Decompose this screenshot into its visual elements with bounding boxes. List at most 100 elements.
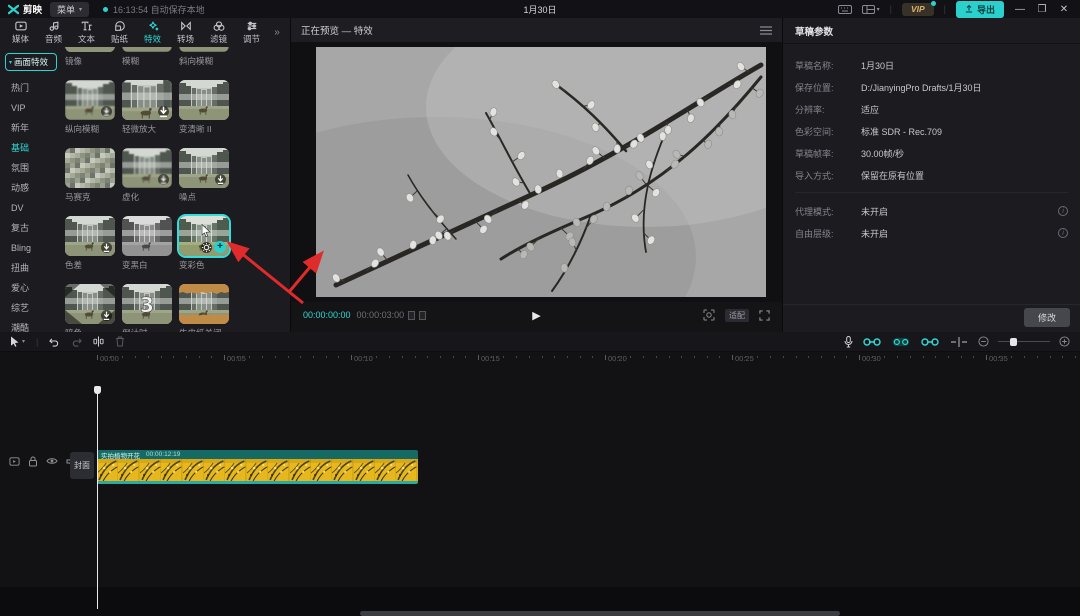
effect-group-selector[interactable]: ▾ 画面特效: [5, 53, 57, 71]
category-item[interactable]: Bling: [5, 238, 60, 258]
layout-switch-button[interactable]: ▾: [862, 5, 880, 14]
category-item[interactable]: 爱心: [5, 278, 60, 298]
export-button[interactable]: 导出: [956, 1, 1004, 18]
effect-thumbnail[interactable]: [65, 148, 115, 188]
draft-params-fields: 草稿名称:1月30日保存位置:D:/JianyingPro Drafts/1月3…: [783, 44, 1080, 244]
shortcut-keyboard-icon[interactable]: [838, 5, 852, 14]
category-item[interactable]: VIP: [5, 98, 60, 118]
effect-card[interactable]: 噪点: [179, 148, 229, 203]
effect-card[interactable]: 变清晰 II: [179, 80, 229, 135]
category-item[interactable]: 动感: [5, 178, 60, 198]
video-viewport[interactable]: [291, 42, 782, 302]
effect-thumbnail[interactable]: [65, 216, 115, 256]
main-track-magnet-toggle[interactable]: [862, 337, 882, 347]
preview-axis-toggle[interactable]: [949, 337, 969, 347]
effect-card[interactable]: 变黑白: [122, 216, 172, 271]
auto-snap-toggle[interactable]: [891, 337, 911, 347]
video-clip[interactable]: 实拍植物开花 00:00:12:19: [97, 450, 418, 484]
zoom-in-timeline-icon[interactable]: [1059, 336, 1070, 347]
split-clip-icon[interactable]: [93, 336, 104, 347]
select-tool-button[interactable]: ▾: [10, 336, 25, 347]
effect-card[interactable]: 斜向模糊: [179, 47, 229, 67]
minimize-button[interactable]: —: [1014, 4, 1026, 15]
fit-ratio-selector[interactable]: 适配: [725, 309, 749, 322]
effect-thumbnail[interactable]: [122, 80, 172, 120]
record-voiceover-icon[interactable]: [844, 336, 853, 348]
maximize-button[interactable]: ❒: [1036, 4, 1048, 15]
effect-card[interactable]: 镜像: [65, 47, 115, 67]
category-item[interactable]: 基础: [5, 138, 60, 158]
category-item[interactable]: DV: [5, 198, 60, 218]
info-icon[interactable]: i: [1058, 228, 1068, 238]
effects-grid-viewport[interactable]: 镜像模糊斜向模糊纵向模糊轻微放大变清晰 II 马赛克虚化噪点色差变黑白+变彩色暗角…: [60, 47, 290, 332]
effect-thumbnail[interactable]: +: [179, 216, 229, 256]
fullscreen-icon[interactable]: [759, 310, 770, 321]
effect-thumbnail[interactable]: [179, 47, 229, 52]
category-item[interactable]: 扭曲: [5, 258, 60, 278]
nav-tab-filter[interactable]: 滤镜: [202, 20, 235, 45]
linkage-toggle[interactable]: [920, 337, 940, 347]
timeline-scrollbar[interactable]: [360, 611, 840, 616]
effect-card[interactable]: 模糊: [122, 47, 172, 67]
close-button[interactable]: ✕: [1058, 4, 1070, 15]
nav-tab-adjust[interactable]: 调节: [235, 20, 268, 45]
menu-label: 菜单: [57, 3, 75, 16]
timeline-zoom-slider[interactable]: [998, 337, 1050, 347]
cover-button[interactable]: 封面: [70, 452, 94, 479]
effect-thumbnail[interactable]: [65, 284, 115, 324]
delete-icon[interactable]: [115, 336, 125, 347]
hide-track-icon[interactable]: [46, 456, 58, 466]
nav-tab-effects[interactable]: 特效: [136, 20, 169, 45]
redo-icon[interactable]: [71, 337, 82, 347]
zoom-out-timeline-icon[interactable]: [978, 336, 989, 347]
preview-menu-icon[interactable]: [760, 26, 772, 35]
add-effect-button[interactable]: +: [214, 241, 226, 253]
effect-thumbnail[interactable]: [179, 148, 229, 188]
effect-card[interactable]: 色差: [65, 216, 115, 271]
effect-settings-icon[interactable]: [201, 242, 212, 253]
slider-handle[interactable]: [1010, 338, 1017, 346]
undo-icon[interactable]: [49, 337, 60, 347]
effect-card[interactable]: 3倒计时: [122, 284, 172, 332]
info-icon[interactable]: i: [1058, 206, 1068, 216]
effect-thumbnail[interactable]: [122, 148, 172, 188]
category-item[interactable]: 综艺: [5, 298, 60, 318]
download-icon: [101, 310, 112, 321]
vip-badge[interactable]: VIP: [902, 3, 934, 16]
effect-thumbnail[interactable]: [122, 216, 172, 256]
clip-frame-thumbnail: [375, 459, 396, 481]
effect-card[interactable]: 轻微放大: [122, 80, 172, 135]
category-item[interactable]: 复古: [5, 218, 60, 238]
effect-thumbnail[interactable]: [65, 80, 115, 120]
lock-track-icon[interactable]: [28, 456, 38, 467]
ruler-tick: [897, 356, 898, 358]
effect-card[interactable]: 虚化: [122, 148, 172, 203]
nav-expand-icon[interactable]: »: [268, 27, 286, 38]
effect-thumbnail[interactable]: [179, 284, 229, 324]
ruler-tick: [516, 356, 517, 358]
nav-tab-audio[interactable]: 音频: [37, 20, 70, 45]
preview-quality-icon[interactable]: [703, 309, 715, 321]
modify-button[interactable]: 修改: [1024, 308, 1070, 327]
effect-card[interactable]: 纵向模糊: [65, 80, 115, 135]
category-item[interactable]: 热门: [5, 78, 60, 98]
effect-thumbnail[interactable]: 3: [122, 284, 172, 324]
effect-card[interactable]: +变彩色: [179, 216, 229, 271]
effect-card[interactable]: 牛皮纸关闭: [179, 284, 229, 332]
nav-tab-media[interactable]: 媒体: [4, 20, 37, 45]
nav-tab-sticker[interactable]: 贴纸: [103, 20, 136, 45]
effect-thumbnail[interactable]: [179, 80, 229, 120]
effect-card[interactable]: 暗角: [65, 284, 115, 332]
effect-thumbnail[interactable]: [122, 47, 172, 52]
nav-tab-text[interactable]: 文本: [70, 20, 103, 45]
effect-card[interactable]: 马赛克: [65, 148, 115, 203]
menu-button[interactable]: 菜单 ▾: [50, 2, 89, 17]
draft-params-panel: 草稿参数 草稿名称:1月30日保存位置:D:/JianyingPro Draft…: [783, 18, 1080, 332]
effect-category-list: 热门VIP新年基础氛围动感DV复古Bling扭曲爱心综艺潮酷: [5, 78, 60, 338]
timeline-ruler[interactable]: 00:0000:0500:1000:1500:2000:2500:3000:35: [0, 352, 1080, 366]
category-item[interactable]: 新年: [5, 118, 60, 138]
effect-thumbnail[interactable]: [65, 47, 115, 52]
track-options-icon[interactable]: [9, 456, 20, 467]
category-item[interactable]: 氛围: [5, 158, 60, 178]
nav-tab-transition[interactable]: 转场: [169, 20, 202, 45]
